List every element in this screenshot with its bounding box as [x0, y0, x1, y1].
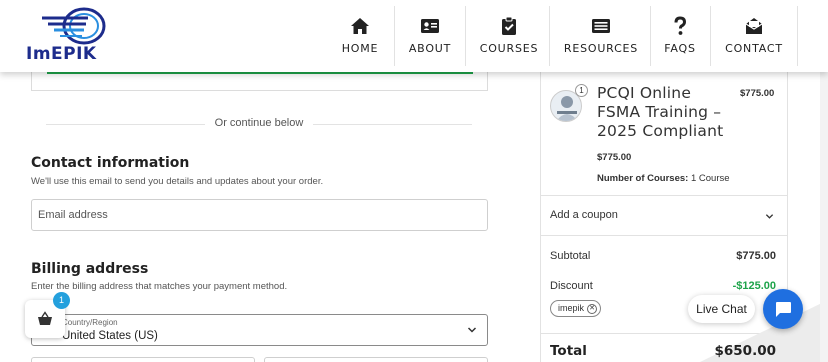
nav-courses-label: COURSES [479, 42, 539, 55]
summary-divider [540, 195, 788, 196]
product-unit-price: $775.00 [597, 152, 632, 163]
nav-divider [465, 6, 466, 66]
envelope-open-icon [745, 18, 763, 34]
site-header: ImEPIK HOME ABOUT COURSES RESOURCES FAQS… [0, 0, 828, 72]
billing-address-title: Billing address [31, 261, 149, 277]
remove-coupon-icon[interactable]: ✕ [587, 304, 597, 314]
contact-info-subtitle: We'll use this email to send you details… [31, 176, 324, 187]
nav-faqs-label: FAQS [664, 42, 696, 55]
contact-info-title: Contact information [31, 155, 190, 171]
continue-below-row: Or continue below [0, 117, 518, 129]
total-value: $650.00 [714, 343, 777, 359]
basket-icon [38, 311, 52, 325]
product-quantity-badge: 1 [575, 84, 588, 97]
product-title: PCQI Online FSMA Training – 2025 Complia… [597, 84, 724, 140]
country-label: Country/Region [62, 318, 118, 327]
nav-about[interactable]: ABOUT [404, 6, 456, 64]
clipboard-check-icon [502, 16, 516, 35]
country-value: United States (US) [62, 330, 158, 342]
nav-divider [549, 6, 550, 66]
chat-icon [776, 302, 791, 317]
home-icon [351, 18, 369, 34]
subtotal-label: Subtotal [550, 250, 591, 262]
product-meta-value: 1 Course [690, 173, 730, 184]
coupon-chip: imepik ✕ [550, 300, 601, 317]
nav-contact[interactable]: CONTACT [722, 6, 786, 64]
email-field[interactable]: Email address [31, 199, 488, 231]
discount-value: -$125.00 [732, 280, 776, 292]
add-coupon-toggle[interactable]: Add a coupon [550, 209, 618, 221]
subtotal-value: $775.00 [736, 250, 776, 262]
nav-divider [394, 6, 395, 66]
product-meta: Number of Courses: 1 Course [597, 173, 730, 184]
nav-home[interactable]: HOME [334, 6, 386, 64]
coupon-code: imepik [558, 303, 585, 313]
nav-home-label: HOME [341, 42, 379, 55]
nav-resources[interactable]: RESOURCES [562, 6, 640, 64]
page-scrollbar[interactable] [820, 72, 828, 362]
live-chat-button[interactable] [763, 289, 803, 329]
first-name-field[interactable] [31, 357, 255, 362]
live-chat-label[interactable]: Live Chat [688, 295, 755, 323]
nav-contact-label: CONTACT [725, 42, 783, 55]
nav-divider [710, 6, 711, 66]
newspaper-icon [592, 19, 610, 33]
summary-divider [540, 235, 788, 236]
id-card-icon [421, 19, 439, 33]
question-icon [674, 16, 687, 35]
nav-faqs[interactable]: FAQS [658, 6, 702, 64]
nav-divider [797, 6, 798, 66]
billing-address-subtitle: Enter the billing address that matches y… [31, 281, 288, 292]
logo-text: ImEPIK [26, 44, 97, 64]
nav-divider [650, 6, 651, 66]
total-label: Total [550, 343, 587, 359]
cart-count-badge: 1 [53, 292, 70, 309]
chevron-down-icon [467, 327, 477, 333]
product-price: $775.00 [740, 88, 775, 99]
nav-about-label: ABOUT [408, 42, 452, 55]
last-name-field[interactable] [264, 357, 488, 362]
chevron-down-icon[interactable] [765, 212, 774, 221]
nav-courses[interactable]: COURSES [478, 6, 540, 64]
product-meta-label: Number of Courses: [597, 173, 689, 184]
nav-resources-label: RESOURCES [563, 42, 639, 55]
discount-label: Discount [550, 280, 593, 292]
continue-below-text: Or continue below [204, 117, 314, 129]
email-placeholder: Email address [38, 209, 108, 221]
country-select[interactable]: Country/Region United States (US) [31, 314, 488, 346]
